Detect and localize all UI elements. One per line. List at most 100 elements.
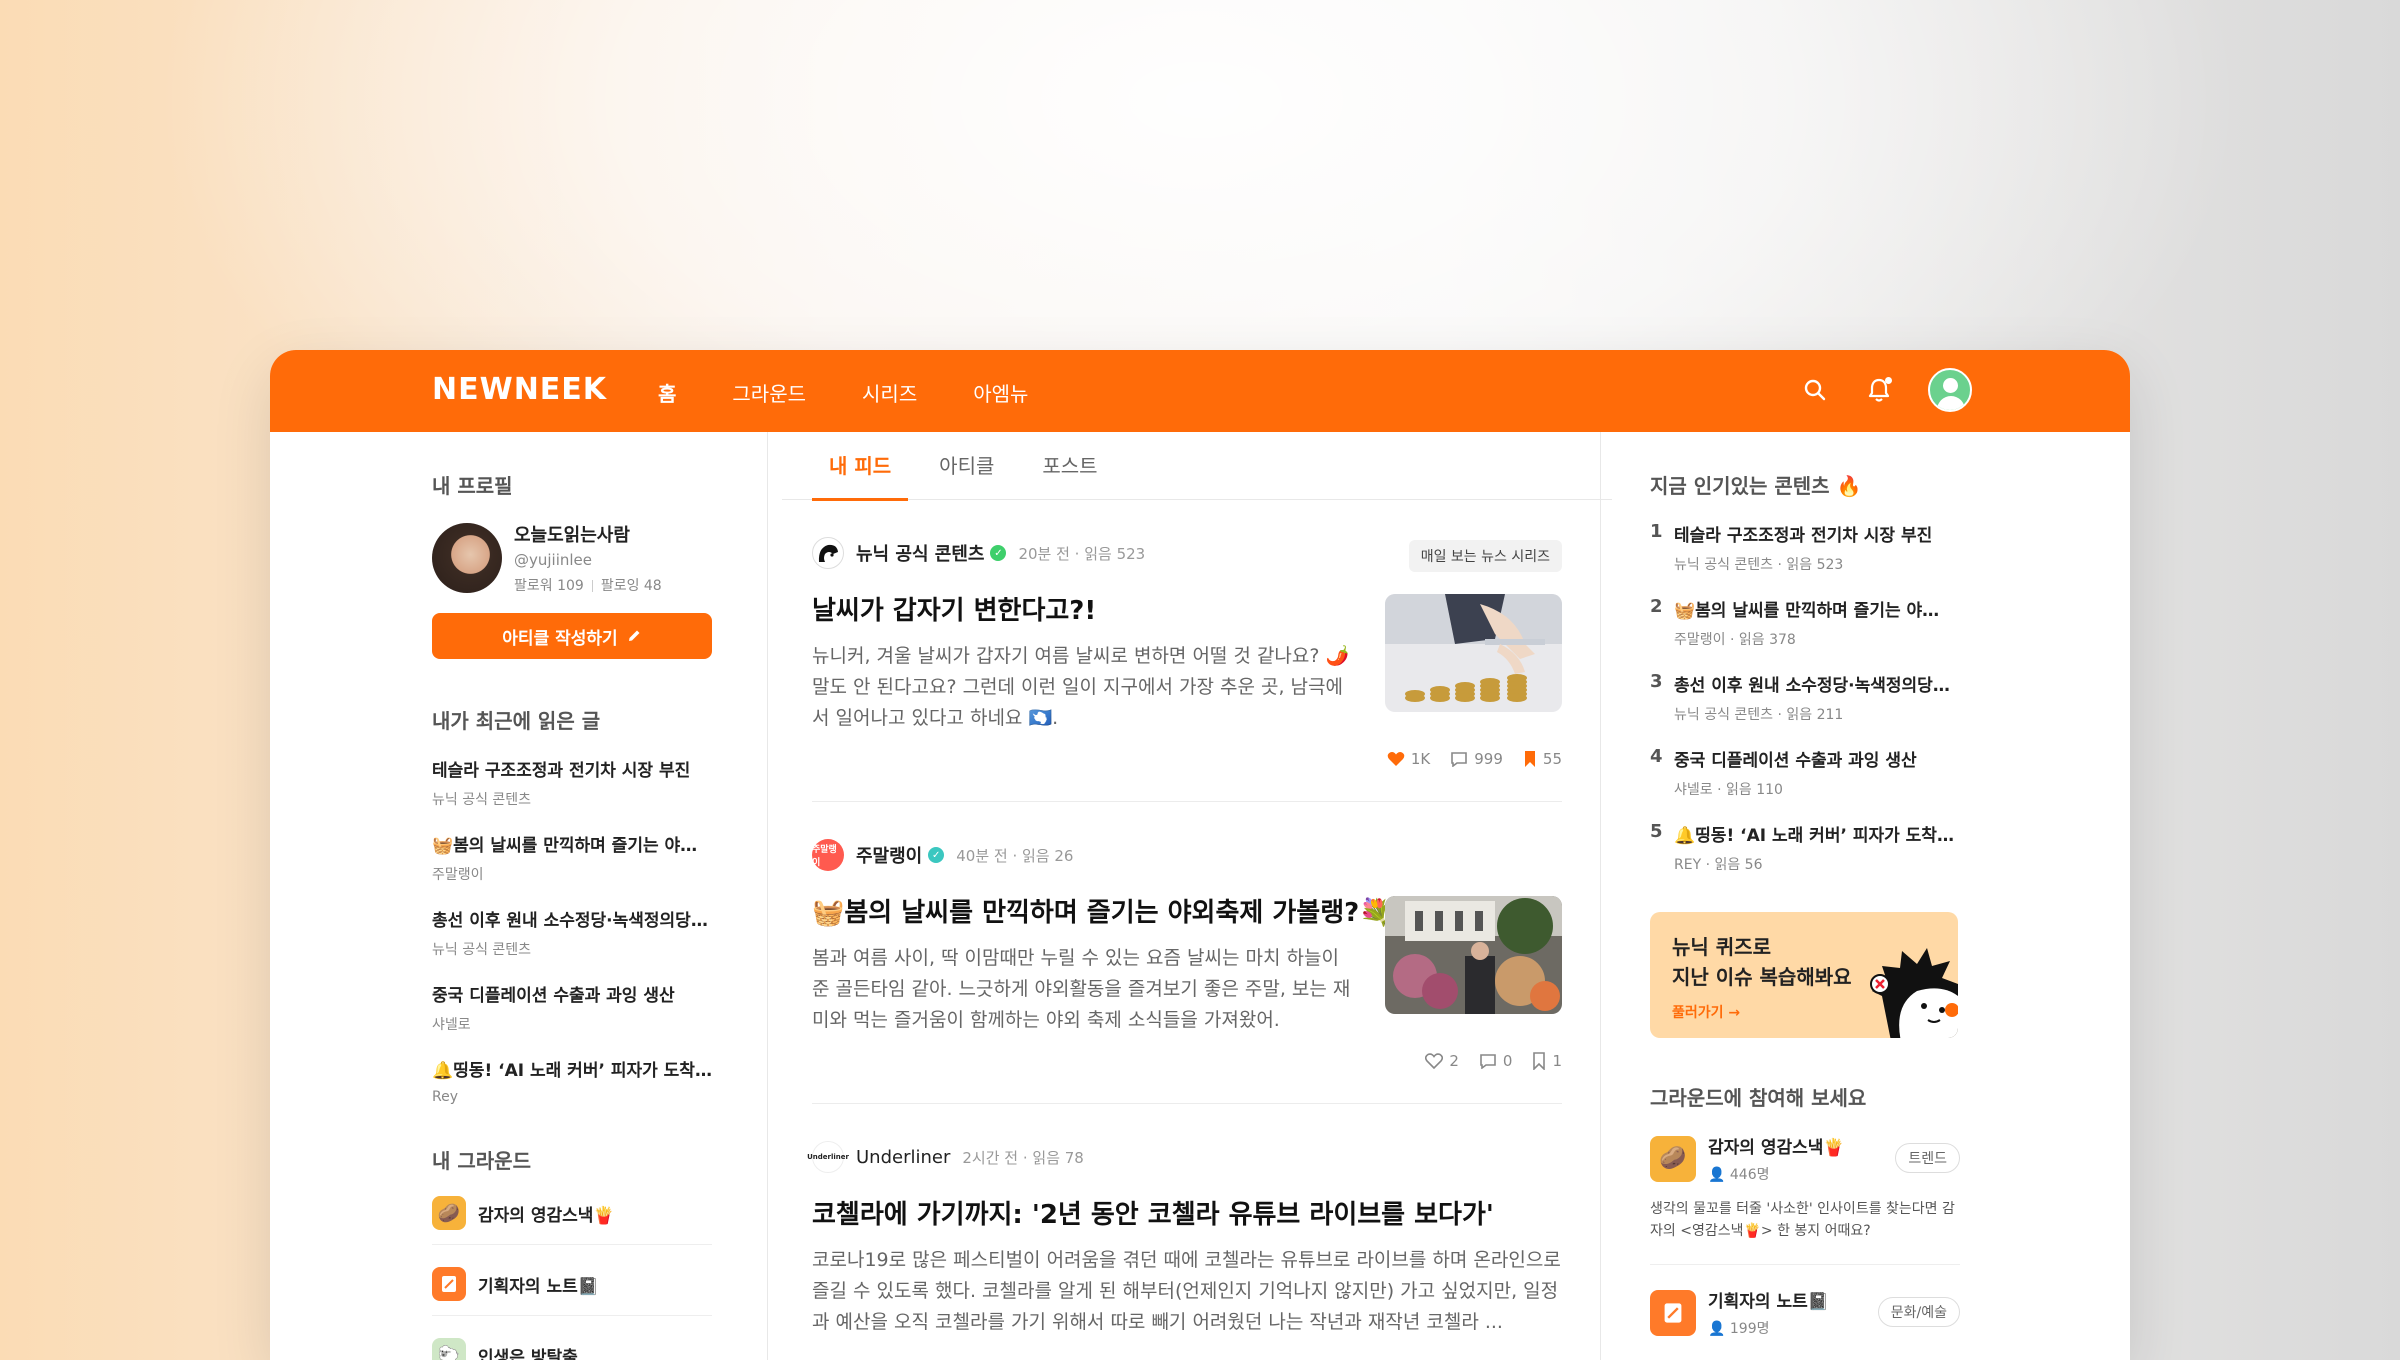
hot-item[interactable]: 3 총선 이후 원내 소수정당·녹색정의당 ... 뉴닉 공식 콘텐츠 · 읽음… (1650, 671, 1960, 724)
recent-item[interactable]: 테슬라 구조조정과 전기차 시장 부진 뉴닉 공식 콘텐츠 (432, 756, 712, 809)
nav-series[interactable]: 시리즈 (862, 378, 917, 407)
divider-left (767, 432, 768, 1360)
recent-item[interactable]: 중국 디플레이션 수출과 과잉 생산 샤넬로 (432, 981, 712, 1034)
feed-meta: 20분 전 · 읽음 523 (1018, 544, 1146, 563)
pencil-icon (628, 630, 640, 641)
note-icon (1650, 1289, 1696, 1336)
feed-actions: 2 0 1 (1425, 1052, 1562, 1070)
bookmark-icon (1524, 751, 1535, 767)
ground-recommend-item[interactable]: 기획자의 노트📓 👤 199명 문화/예술 (1650, 1287, 1960, 1360)
quiz-banner[interactable]: 뉴닉 퀴즈로 지난 이슈 복습해봐요 풀러가기 → (1650, 912, 1958, 1038)
bookmark-button[interactable]: 1 (1532, 1052, 1562, 1070)
hot-contents-title: 지금 인기있는 콘텐츠 🔥 (1650, 474, 1862, 498)
nav-iamnew[interactable]: 아엠뉴 (973, 378, 1028, 407)
ground-join-title: 그라운드에 참여해 보세요 (1650, 1086, 1867, 1110)
feed-title[interactable]: 코첼라에 가기까지: '2년 동안 코첼라 유튜브 라이브를 보다가' (812, 1194, 1562, 1231)
recent-item-source: Rey (432, 1089, 458, 1105)
recent-item-title: 테슬라 구조조정과 전기차 시장 부진 (432, 761, 691, 781)
nav-ground[interactable]: 그라운드 (732, 378, 806, 407)
feed-body: 코로나19로 많은 페스티벌이 어려움을 겪던 때에 코첼라는 유튜브로 라이브… (812, 1249, 1561, 1333)
hot-rank: 5 (1650, 821, 1663, 842)
series-badge[interactable]: 매일 보는 뉴스 시리즈 (1408, 540, 1562, 572)
ground-tag[interactable]: 문화/예술 (1877, 1297, 1960, 1327)
underliner-logo-icon[interactable]: Underliner (807, 1141, 849, 1173)
weekend-logo-icon[interactable]: 주말랭이 (812, 839, 844, 871)
recent-item-source: 주말랭이 (432, 867, 484, 883)
profile-avatar[interactable] (432, 523, 502, 593)
user-avatar[interactable] (1928, 368, 1972, 412)
like-count: 1K (1410, 750, 1431, 768)
top-icons (1800, 368, 1972, 412)
ground-member-count: 👤 446명 (1708, 1164, 1845, 1184)
recent-item-title: 🔔띵동! ‘AI 노래 커버’ 피자가 도착... (432, 1061, 712, 1081)
recent-read-title: 내가 최근에 읽은 글 (432, 709, 601, 733)
hot-item-title: 중국 디플레이션 수출과 과잉 생산 (1674, 751, 1917, 771)
ground-item[interactable]: 기획자의 노트📓 (432, 1267, 712, 1316)
tab-article[interactable]: 아티클 (939, 432, 994, 500)
feed-thumbnail[interactable] (1385, 594, 1562, 712)
feed-item[interactable]: 주말랭이 주말랭이 ✓ 40분 전 · 읽음 26 🧺봄의 날씨를 만끽하며 즐… (812, 802, 1562, 1104)
divider-right (1600, 432, 1601, 1360)
like-button[interactable]: 1K (1387, 750, 1430, 768)
source-name[interactable]: 뉴닉 공식 콘텐츠 (856, 540, 984, 566)
comment-button[interactable]: 0 (1479, 1052, 1512, 1070)
profile-follow-counts: 팔로워 109 팔로잉 48 (514, 575, 662, 595)
ground-item[interactable]: 🥔 감자의 영감스낵🍟 (432, 1196, 712, 1245)
recent-item[interactable]: 🔔띵동! ‘AI 노래 커버’ 피자가 도착... Rey (432, 1056, 712, 1105)
recent-item[interactable]: 총선 이후 원내 소수정당·녹색정의당 ... 뉴닉 공식 콘텐츠 (432, 906, 712, 959)
recent-item[interactable]: 🧺봄의 날씨를 만끽하며 즐기는 야외... 주말랭이 (432, 831, 712, 884)
comment-button[interactable]: 999 (1450, 750, 1503, 768)
ground-tag[interactable]: 트렌드 (1895, 1143, 1960, 1173)
heart-icon (1425, 1053, 1444, 1069)
hot-item[interactable]: 4 중국 디플레이션 수출과 과잉 생산 샤넬로 · 읽음 110 (1650, 746, 1960, 799)
hot-item[interactable]: 1 테슬라 구조조정과 전기차 시장 부진 뉴닉 공식 콘텐츠 · 읽음 523 (1650, 521, 1960, 574)
following-count[interactable]: 팔로잉 48 (601, 578, 662, 594)
hot-item[interactable]: 2 🧺봄의 날씨를 만끽하며 즐기는 야외... 주말랭이 · 읽음 378 (1650, 596, 1960, 649)
hot-item-title: 🔔띵동! ‘AI 노래 커버’ 피자가 도착했... (1674, 826, 1954, 846)
feed-item[interactable]: Underliner Underliner 2시간 전 · 읽음 78 코첼라에… (807, 1104, 1562, 1360)
hedgehog-logo-icon[interactable] (812, 537, 844, 569)
recent-item-source: 샤넬로 (432, 1017, 471, 1033)
left-sidebar: 내 프로필 오늘도읽는사람 @yujiinlee 팔로워 109 팔로잉 48 아… (432, 432, 712, 1360)
app-window: NEWNEEK 홈 그라운드 시리즈 아엠뉴 내 프로필 오늘도읽는사람 @yu… (270, 350, 2130, 1360)
ground-name: 기획자의 노트📓 (478, 1276, 599, 1297)
main-nav: 홈 그라운드 시리즈 아엠뉴 (658, 378, 1084, 407)
hot-item[interactable]: 5 🔔띵동! ‘AI 노래 커버’ 피자가 도착했... REY · 읽음 56 (1650, 821, 1960, 874)
person-icon: 👤 (1708, 1167, 1726, 1183)
bookmark-count: 55 (1542, 750, 1562, 768)
like-count: 2 (1449, 1052, 1459, 1070)
ground-recommend-item[interactable]: 🥔 감자의 영감스낵🍟 👤 446명 트렌드 생각의 물꼬를 터줄 '사소한' … (1650, 1133, 1960, 1265)
feed-title[interactable]: 🧺봄의 날씨를 만끽하며 즐기는 야외축제 가볼랭?💐 (812, 892, 1392, 929)
nav-home[interactable]: 홈 (658, 378, 676, 407)
source-name[interactable]: 주말랭이 (856, 842, 922, 868)
feed-title[interactable]: 날씨가 갑자기 변한다고?! (812, 590, 1352, 627)
hot-rank: 3 (1650, 671, 1663, 692)
bookmark-button[interactable]: 55 (1523, 750, 1562, 768)
search-icon[interactable] (1800, 375, 1830, 405)
feed-thumbnail[interactable] (1385, 896, 1562, 1014)
comment-count: 999 (1474, 750, 1503, 768)
feed-meta: 40분 전 · 읽음 26 (956, 846, 1074, 865)
snack-box-icon: 🥔 (432, 1196, 466, 1230)
profile-card[interactable]: 오늘도읽는사람 @yujiinlee 팔로워 109 팔로잉 48 (432, 521, 712, 595)
feed-item[interactable]: 뉴닉 공식 콘텐츠 ✓ 20분 전 · 읽음 523 매일 보는 뉴스 시리즈 … (812, 500, 1562, 802)
tab-my-feed[interactable]: 내 피드 (811, 432, 909, 501)
ground-item[interactable]: 🐑 인생은 방탈출 (432, 1338, 712, 1360)
write-article-label: 아티클 작성하기 (502, 628, 618, 649)
bookmark-icon (1533, 1052, 1546, 1070)
like-button[interactable]: 2 (1425, 1052, 1459, 1070)
ground-name: 감자의 영감스낵🍟 (1708, 1138, 1845, 1158)
hot-item-title: 총선 이후 원내 소수정당·녹색정의당 ... (1674, 676, 1954, 696)
profile-section-title: 내 프로필 (432, 474, 513, 498)
comment-icon (1451, 752, 1468, 767)
hot-item-title: 테슬라 구조조정과 전기차 시장 부진 (1674, 526, 1933, 546)
followers-count[interactable]: 팔로워 109 (514, 578, 584, 594)
tab-post[interactable]: 포스트 (1042, 432, 1097, 500)
write-article-button[interactable]: 아티클 작성하기 (432, 613, 712, 659)
hot-item-meta: 샤넬로 · 읽음 110 (1674, 782, 1783, 798)
feed-meta: 2시간 전 · 읽음 78 (962, 1148, 1084, 1167)
feed-actions: 1K 999 55 (1387, 750, 1562, 768)
source-name[interactable]: Underliner (856, 1147, 950, 1168)
bell-icon[interactable] (1864, 375, 1894, 405)
logo[interactable]: NEWNEEK (432, 372, 607, 407)
